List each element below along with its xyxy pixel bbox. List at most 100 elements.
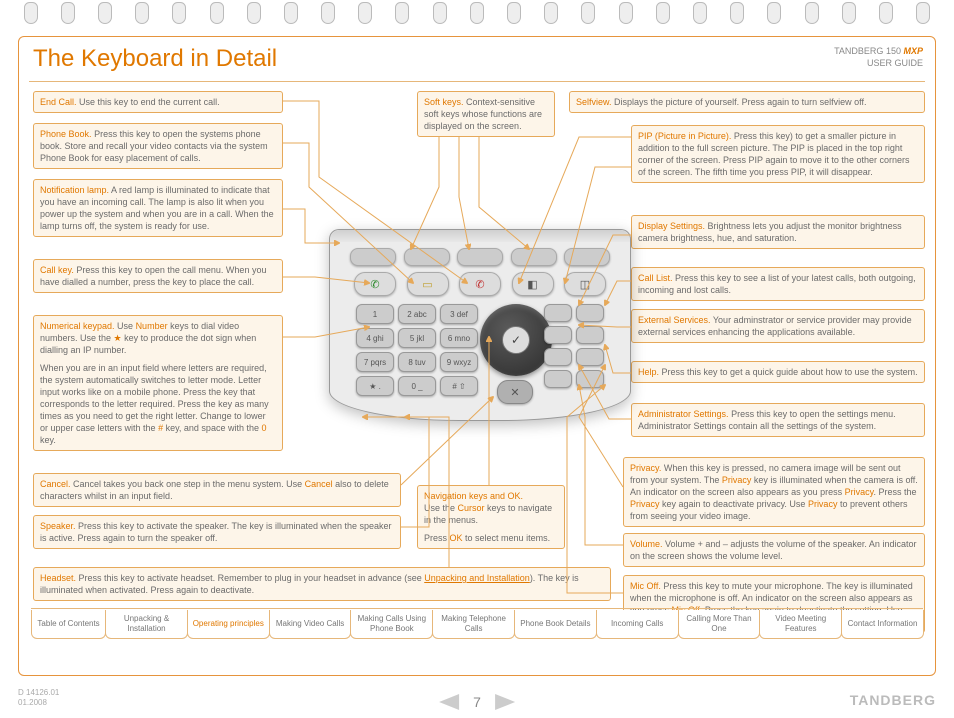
- key-3: 3 def: [440, 304, 478, 324]
- tab-multicall[interactable]: Calling More Than One: [678, 610, 761, 639]
- help-body: Press this key to get a quick guide abou…: [662, 367, 918, 377]
- box-selfview: Selfview. Displays the picture of yourse…: [569, 91, 925, 113]
- soft-title: Soft keys.: [424, 97, 464, 107]
- num-b2b: key, and space with the: [163, 423, 261, 433]
- ok-button: ✓: [502, 326, 530, 354]
- fkey-help: [576, 326, 604, 344]
- key-6: 6 mno: [440, 328, 478, 348]
- tab-operating[interactable]: Operating principles: [187, 610, 270, 639]
- pb-title: Phone Book.: [40, 129, 92, 139]
- self-title: Selfview.: [576, 97, 612, 107]
- priv-b3: . Press the: [873, 487, 916, 497]
- headset-title: Headset.: [40, 573, 76, 583]
- cancel-key-icon: ✕: [497, 380, 533, 404]
- box-volume: Volume. Volume + and – adjusts the volum…: [623, 533, 925, 567]
- product-label: TANDBERG 150 MXP USER GUIDE: [834, 45, 923, 69]
- nav-cursor: Cursor: [458, 503, 485, 513]
- tab-telephone[interactable]: Making Telephone Calls: [432, 610, 515, 639]
- softkey-5: [564, 248, 610, 266]
- nav-b2b: to select menu items.: [463, 533, 551, 543]
- vol-title: Volume.: [630, 539, 663, 549]
- headset-link[interactable]: Unpacking and Installation: [424, 573, 530, 583]
- key-4: 4 ghi: [356, 328, 394, 348]
- model: 150: [886, 46, 901, 56]
- box-softkeys: Soft keys. Context-sensitive soft keys w…: [417, 91, 555, 137]
- title-rule: [29, 81, 925, 82]
- callkey-icon: ✆: [354, 272, 396, 296]
- tab-strip: Table of Contents Unpacking & Installati…: [31, 608, 923, 639]
- box-cancel: Cancel. Cancel takes you back one step i…: [33, 473, 401, 507]
- selfview-icon: ◧: [512, 272, 554, 296]
- key-7: 7 pqrs: [356, 352, 394, 372]
- endcall-icon: ✆: [459, 272, 501, 296]
- box-lamp: Notification lamp. A red lamp is illumin…: [33, 179, 283, 237]
- box-privacy: Privacy. When this key is pressed, no ca…: [623, 457, 925, 527]
- box-phonebook: Phone Book. Press this key to open the s…: [33, 123, 283, 169]
- fkey-volume: [544, 370, 572, 388]
- box-headset: Headset. Press this key to activate head…: [33, 567, 611, 601]
- nav-title: Navigation keys and OK.: [424, 491, 523, 501]
- tab-contact[interactable]: Contact Information: [841, 610, 924, 639]
- pip-title: PIP (Picture in Picture).: [638, 131, 731, 141]
- callkey-title: Call key.: [40, 265, 74, 275]
- function-keys: [544, 304, 604, 388]
- numeric-keypad: 1 2 abc 3 def 4 ghi 5 jkl 6 mno 7 pqrs 8…: [356, 304, 476, 396]
- tab-unpacking[interactable]: Unpacking & Installation: [105, 610, 188, 639]
- speaker-title: Speaker.: [40, 521, 76, 531]
- tab-making-video[interactable]: Making Video Calls: [269, 610, 352, 639]
- fkey-extserv: [544, 326, 572, 344]
- vol-body: Volume + and – adjusts the volume of the…: [630, 539, 916, 561]
- disp-title: Display Settings.: [638, 221, 705, 231]
- num-title: Numerical keypad.: [40, 321, 115, 331]
- key-1: 1: [356, 304, 394, 324]
- box-calllist: Call List. Press this key to see a list …: [631, 267, 925, 301]
- fkey-admin: [544, 348, 572, 366]
- priv-title: Privacy.: [630, 463, 661, 473]
- prev-page-icon[interactable]: [439, 694, 459, 710]
- cancel-hl: Cancel: [305, 479, 333, 489]
- box-admin: Administrator Settings. Press this key t…: [631, 403, 925, 437]
- tab-phonebook-details[interactable]: Phone Book Details: [514, 610, 597, 639]
- callkey-body: Press this key to open the call menu. Wh…: [40, 265, 266, 287]
- speaker-body: Press this key to activate the speaker. …: [40, 521, 392, 543]
- admin-title: Administrator Settings.: [638, 409, 729, 419]
- tab-features[interactable]: Video Meeting Features: [759, 610, 842, 639]
- fkey-calllist: [576, 304, 604, 322]
- priv-hl3: Privacy: [630, 499, 660, 509]
- pip-icon: ◫: [564, 272, 606, 296]
- lamp-title: Notification lamp.: [40, 185, 109, 195]
- spiral-binding: [0, 2, 954, 24]
- tab-calls-phonebook[interactable]: Making Calls Using Phone Book: [350, 610, 433, 639]
- tab-incoming[interactable]: Incoming Calls: [596, 610, 679, 639]
- cancel-title: Cancel.: [40, 479, 71, 489]
- num-number: Number: [136, 321, 168, 331]
- clist-title: Call List.: [638, 273, 673, 283]
- ext-title: External Services.: [638, 315, 711, 325]
- fkey-privacy: [576, 348, 604, 366]
- box-speaker: Speaker. Press this key to activate the …: [33, 515, 401, 549]
- key-hash: # ⇧: [440, 376, 478, 396]
- tab-toc[interactable]: Table of Contents: [31, 610, 106, 639]
- key-9: 9 wxyz: [440, 352, 478, 372]
- num-b1: Use: [117, 321, 136, 331]
- softkey-4: [511, 248, 557, 266]
- page-nav: 7: [439, 694, 515, 710]
- key-0: 0 _: [398, 376, 436, 396]
- box-help: Help. Press this key to get a quick guid…: [631, 361, 925, 383]
- softkey-3: [457, 248, 503, 266]
- box-extserv: External Services. Your adminstrator or …: [631, 309, 925, 343]
- page-number: 7: [473, 694, 481, 710]
- page-title: The Keyboard in Detail: [33, 45, 277, 73]
- headset-b1: Press this key to activate headset. Reme…: [79, 573, 425, 583]
- guide-label: USER GUIDE: [867, 58, 923, 68]
- box-pip: PIP (Picture in Picture). Press this key…: [631, 125, 925, 183]
- num-zero: 0: [261, 423, 266, 433]
- self-body: Displays the picture of yourself. Press …: [614, 97, 866, 107]
- num-star: ★: [114, 333, 122, 343]
- key-2: 2 abc: [398, 304, 436, 324]
- mxp: MXP: [903, 46, 923, 56]
- next-page-icon[interactable]: [495, 694, 515, 710]
- clist-body: Press this key to see a list of your lat…: [638, 273, 916, 295]
- doc-id: D 14126.01 01.2008: [18, 688, 59, 708]
- box-endcall: End Call. Use this key to end the curren…: [33, 91, 283, 113]
